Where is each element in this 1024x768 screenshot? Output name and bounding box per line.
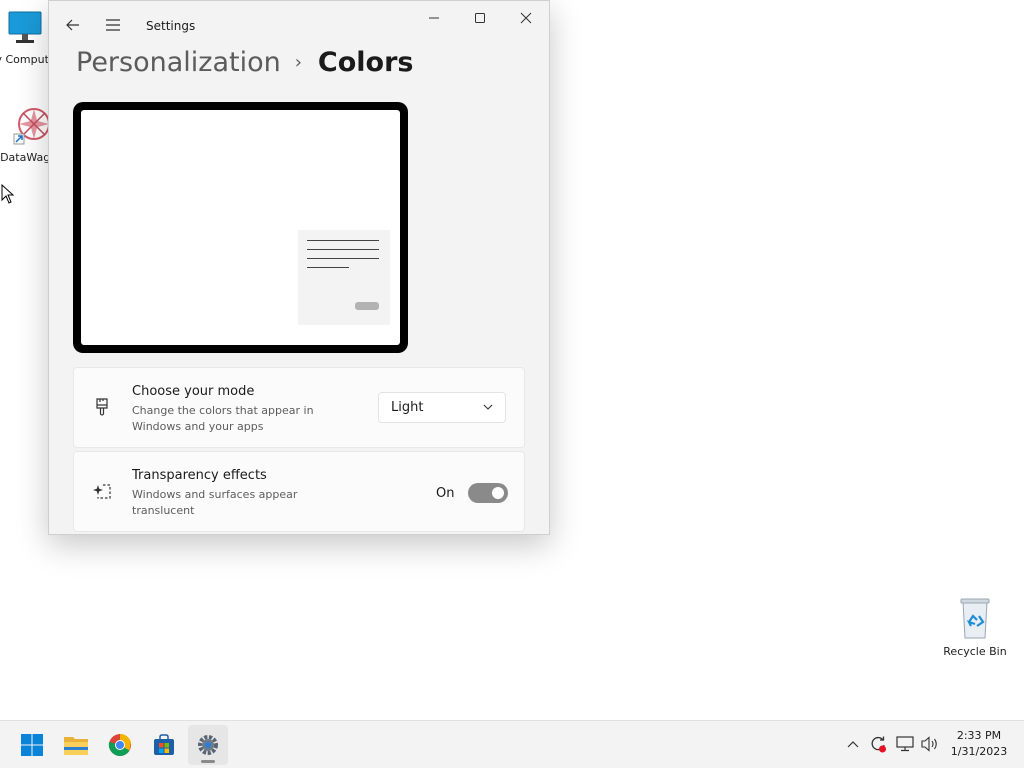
tray-volume[interactable] xyxy=(920,734,940,754)
clock-time: 2:33 PM xyxy=(956,729,1002,742)
back-button[interactable] xyxy=(57,9,89,41)
taskbar-chrome[interactable] xyxy=(100,725,140,765)
toggle-state-label: On xyxy=(436,486,455,501)
card-title: Choose your mode xyxy=(132,384,255,399)
mode-dropdown-value: Light xyxy=(391,400,424,415)
window-title: Settings xyxy=(146,19,196,33)
title-bar[interactable]: Settings xyxy=(49,1,549,45)
toggle-knob xyxy=(492,487,504,499)
clock-date: 1/31/2023 xyxy=(950,745,1008,758)
settings-icon xyxy=(198,735,218,755)
card-description: Windows and surfaces appear translucent xyxy=(132,488,298,517)
start-button[interactable] xyxy=(12,725,52,765)
chevron-down-icon xyxy=(483,404,493,410)
breadcrumb-parent-personalization[interactable]: Personalization xyxy=(76,47,281,78)
desktop-icon-label: My Computer xyxy=(0,53,48,66)
card-title: Transparency effects xyxy=(132,468,267,483)
taskbar: 2:33 PM 1/31/2023 xyxy=(0,720,1024,768)
file-explorer-icon xyxy=(64,737,88,755)
transparency-effects-card: Transparency effects Windows and surface… xyxy=(73,451,525,532)
close-icon xyxy=(520,12,532,24)
store-icon xyxy=(154,734,174,755)
maximize-icon xyxy=(475,13,485,23)
maximize-button[interactable] xyxy=(457,1,503,35)
network-icon xyxy=(896,736,914,752)
choose-mode-card: Choose your mode Change the colors that … xyxy=(73,367,525,448)
minimize-button[interactable] xyxy=(411,1,457,35)
desktop-icon-my-computer[interactable]: My Computer xyxy=(0,8,48,66)
hamburger-menu-icon xyxy=(106,19,120,31)
desktop-icon-recycle-bin[interactable]: Recycle Bin xyxy=(939,596,1011,658)
preview-text-line xyxy=(307,249,379,250)
minimize-icon xyxy=(429,17,439,19)
preview-text-line xyxy=(307,258,379,259)
start-icon xyxy=(21,734,43,756)
monitor-icon xyxy=(8,11,42,43)
taskbar-store[interactable] xyxy=(144,725,184,765)
sync-alert-icon xyxy=(871,736,886,753)
transparency-toggle[interactable] xyxy=(468,483,508,503)
page-title: Colors xyxy=(317,47,414,78)
desktop-icon-label: Recycle Bin xyxy=(943,645,1007,658)
breadcrumb-separator: › xyxy=(294,52,302,73)
arrow-left-icon xyxy=(66,19,79,31)
tray-sync[interactable] xyxy=(868,734,888,754)
tray-network[interactable] xyxy=(895,734,915,754)
recycle-bin-icon xyxy=(960,598,990,639)
color-preview xyxy=(73,102,408,353)
preview-desktop xyxy=(81,110,400,345)
card-description: Change the colors that appear in Windows… xyxy=(132,404,314,433)
chevron-up-icon xyxy=(847,741,859,748)
volume-icon xyxy=(921,736,937,752)
mouse-cursor-icon xyxy=(1,184,15,204)
preview-button xyxy=(355,302,379,310)
active-app-indicator xyxy=(201,760,215,763)
navigation-menu-button[interactable] xyxy=(97,9,129,41)
close-button[interactable] xyxy=(503,1,549,35)
preview-window xyxy=(298,230,390,325)
chrome-icon xyxy=(108,733,131,756)
taskbar-file-explorer[interactable] xyxy=(56,725,96,765)
breadcrumb: Personalization › Colors xyxy=(76,47,413,78)
clock[interactable]: 2:33 PM 1/31/2023 xyxy=(944,728,1014,760)
show-hidden-icons-button[interactable] xyxy=(843,734,863,754)
brush-icon xyxy=(96,398,108,416)
mode-dropdown[interactable]: Light xyxy=(378,392,506,423)
sparkle-icon xyxy=(93,484,111,499)
preview-text-line xyxy=(307,267,349,268)
settings-window: Settings Personalization › Colors Choose… xyxy=(48,0,550,535)
taskbar-settings[interactable] xyxy=(188,725,228,765)
preview-text-line xyxy=(307,240,379,241)
